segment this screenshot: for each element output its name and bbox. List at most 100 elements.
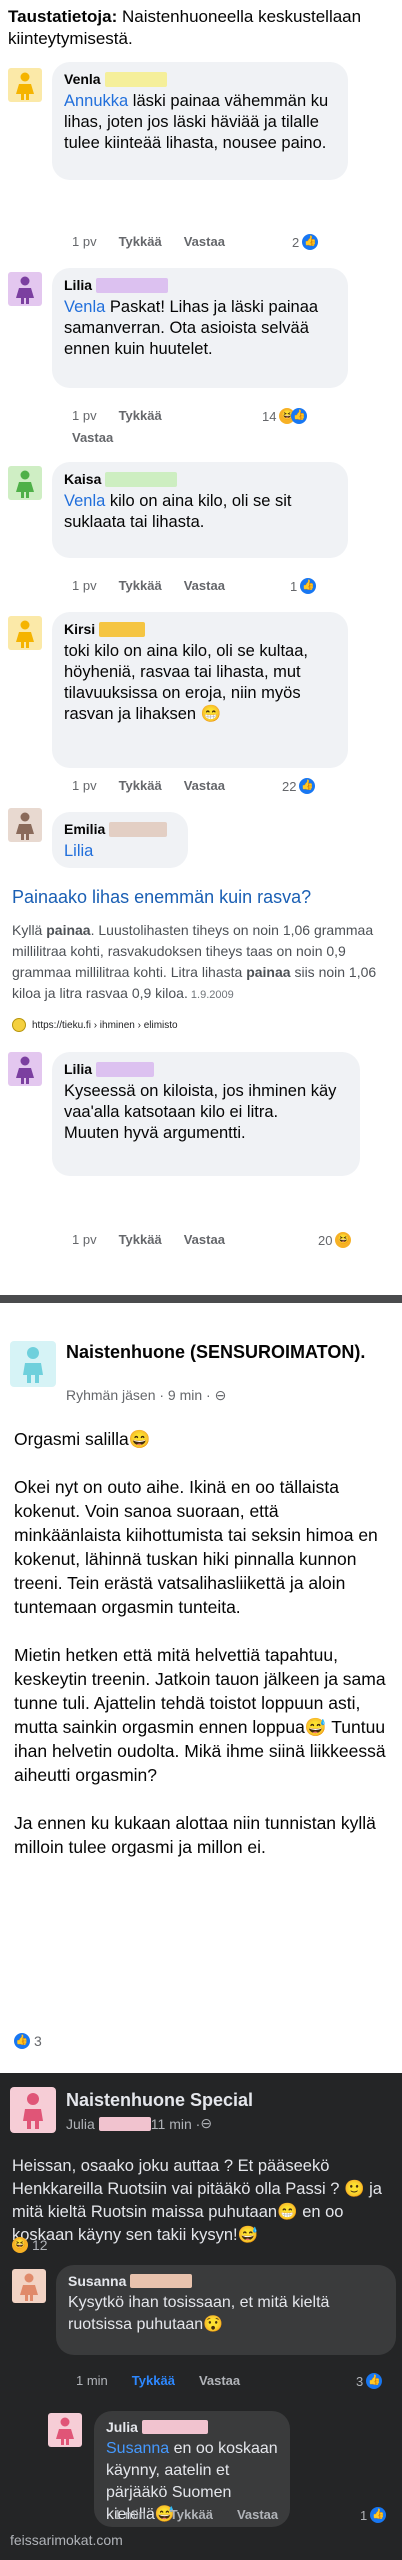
comment-text: Annukka läski painaa vähemmän ku lihas, … [64, 92, 329, 152]
reaction-count[interactable]: 3 👍 [356, 2373, 383, 2389]
redacted-surname [105, 471, 178, 487]
comment-time[interactable]: 1 pv [72, 778, 97, 793]
reaction-count[interactable]: 22 👍 [282, 778, 316, 794]
comment-author[interactable]: Emilia [64, 820, 176, 838]
comment-author[interactable]: Lilia [64, 276, 336, 294]
post-reactions[interactable]: 👍 3 [14, 2033, 42, 2049]
intro-label: Taustatietoja: [8, 7, 118, 26]
comment-actions: 1 pv Tykkää Vastaa [72, 234, 247, 249]
reply-button[interactable]: Vastaa [184, 234, 225, 249]
avatar-julia[interactable] [10, 2087, 56, 2133]
comment-time[interactable]: 1 min [114, 2507, 146, 2522]
comment-text: Kyseessä on kiloista, jos ihminen käy va… [64, 1082, 337, 1142]
post-paragraph-1: Orgasmi salilla😄 [14, 1429, 151, 1449]
reply-button[interactable]: Vastaa [72, 430, 113, 445]
comment-bubble-lilia-2: Lilia Kyseessä on kiloista, jos ihminen … [52, 1052, 360, 1176]
comment-text: toki kilo on aina kilo, oli se kultaa, h… [64, 642, 308, 723]
comment-bubble-kirsi: Kirsi toki kilo on aina kilo, oli se kul… [52, 612, 348, 768]
comment-time[interactable]: 1 pv [72, 408, 97, 423]
reply-button[interactable]: Vastaa [237, 2507, 278, 2522]
result-question[interactable]: Painaako lihas enemmän kuin rasva? [12, 886, 392, 908]
post-reactions[interactable]: 😆 12 [12, 2237, 48, 2253]
laugh-emoji-icon: 😄 [128, 1429, 151, 1449]
like-reaction-icon: 👍 [291, 408, 308, 424]
like-reaction-icon: 👍 [370, 2507, 387, 2523]
comment-text: Kysytkö ihan tosissaan, et mitä kieltä r… [68, 2294, 330, 2333]
avatar-emilia[interactable] [8, 808, 42, 842]
comment-author[interactable]: Julia [106, 2419, 278, 2435]
mention-link[interactable]: Venla [64, 298, 105, 316]
avatar-julia-reply[interactable] [48, 2413, 82, 2447]
reaction-count[interactable]: 14 😆 👍 [262, 408, 308, 424]
comment-bubble-kaisa: Kaisa Venla kilo on aina kilo, oli se si… [52, 462, 348, 558]
reply-button[interactable]: Vastaa [184, 578, 225, 593]
mention-link[interactable]: Annukka [64, 92, 128, 110]
reaction-count[interactable]: 1 👍 [290, 578, 317, 594]
group-name[interactable]: Naistenhuone Special [66, 2089, 253, 2111]
comment-actions-row2: Vastaa [72, 430, 135, 445]
reaction-count[interactable]: 1 👍 [360, 2507, 387, 2523]
post-meta: Julia 11 min · ⊖ [66, 2115, 213, 2132]
like-button[interactable]: Tykkää [119, 234, 162, 249]
like-button[interactable]: Tykkää [119, 778, 162, 793]
result-source[interactable]: https://tieku.fi › ihminen › elimisto [12, 1018, 392, 1032]
reaction-count[interactable]: 20 😆 [318, 1232, 352, 1248]
like-button[interactable]: Tykkää [132, 2373, 175, 2388]
redacted-surname [130, 2274, 193, 2288]
intro-caption: Taustatietoja: Naistenhuoneella keskuste… [8, 6, 394, 50]
like-button[interactable]: Tykkää [119, 408, 162, 423]
globe-icon: ⊖ [214, 1387, 227, 1403]
comment-bubble-susanna: Susanna Kysytkö ihan tosissaan, et mitä … [56, 2265, 396, 2355]
like-button[interactable]: Tykkää [119, 578, 162, 593]
comment-actions: 1 pv Tykkää Vastaa [72, 1232, 247, 1247]
mention-link[interactable]: Susanna [106, 2440, 169, 2457]
mention-link[interactable]: Venla [64, 492, 105, 510]
avatar-venla[interactable] [8, 68, 42, 102]
comment-actions: 1 pv Tykkää [72, 408, 184, 423]
like-button[interactable]: Tykkää [170, 2507, 213, 2522]
site-favicon-icon [12, 1018, 26, 1032]
redacted-surname [96, 1061, 155, 1077]
avatar-anonymous[interactable] [10, 1341, 56, 1387]
redacted-surname [141, 2420, 208, 2434]
comment-bubble-emilia: Emilia Lilia [52, 812, 188, 868]
avatar-susanna[interactable] [12, 2269, 46, 2303]
comment-time[interactable]: 1 pv [72, 234, 97, 249]
post-author[interactable]: Julia [66, 2116, 95, 2132]
reply-button[interactable]: Vastaa [184, 778, 225, 793]
comment-text: Venla Paskat! Lihas ja läski painaa sama… [64, 298, 319, 358]
result-snippet: Kyllä painaa. Luustolihasten tiheys on n… [12, 922, 377, 1001]
comment-author[interactable]: Susanna [68, 2273, 384, 2289]
grin-emoji-icon: 😁 [200, 705, 222, 723]
comment-time[interactable]: 1 pv [72, 578, 97, 593]
like-button[interactable]: Tykkää [119, 1232, 162, 1247]
screenshot-panel-2: Naistenhuone (SENSUROIMATON). Ryhmän jäs… [0, 1303, 402, 2068]
avatar-lilia[interactable] [8, 272, 42, 306]
group-name[interactable]: Naistenhuone (SENSUROIMATON). [66, 1341, 366, 1363]
grin-emoji-icon: 😁 [277, 2203, 298, 2221]
reply-button[interactable]: Vastaa [184, 1232, 225, 1247]
avatar-lilia-2[interactable] [8, 1052, 42, 1086]
like-reaction-icon: 👍 [300, 578, 317, 594]
comment-author[interactable]: Kaisa [64, 470, 336, 488]
like-reaction-icon: 👍 [14, 2033, 30, 2049]
comment-actions: 1 min Tykkää Vastaa [114, 2507, 302, 2522]
screenshot-panel-3: Naistenhuone Special Julia 11 min · ⊖ He… [0, 2073, 402, 2560]
like-reaction-icon: 👍 [302, 234, 319, 250]
reply-button[interactable]: Vastaa [199, 2373, 240, 2388]
redacted-surname [109, 821, 168, 837]
post-body: Heissan, osaako joku auttaa ? Et pääseek… [12, 2157, 382, 2244]
comment-time[interactable]: 1 min [76, 2373, 108, 2388]
smile-emoji-icon: 🙂 [344, 2180, 365, 2198]
post-paragraph-2: Okei nyt on outo aihe. Ikinä en oo tälla… [14, 1477, 378, 1617]
reaction-count[interactable]: 2 👍 [292, 234, 319, 250]
comment-author[interactable]: Kirsi [64, 620, 336, 638]
comment-time[interactable]: 1 pv [72, 1232, 97, 1247]
like-reaction-icon: 👍 [366, 2373, 383, 2389]
comment-author[interactable]: Venla [64, 70, 336, 88]
mention-link[interactable]: Lilia [64, 842, 93, 860]
avatar-kirsi[interactable] [8, 616, 42, 650]
comment-author[interactable]: Lilia [64, 1060, 348, 1078]
avatar-kaisa[interactable] [8, 466, 42, 500]
haha-reaction-icon: 😆 [12, 2237, 28, 2253]
